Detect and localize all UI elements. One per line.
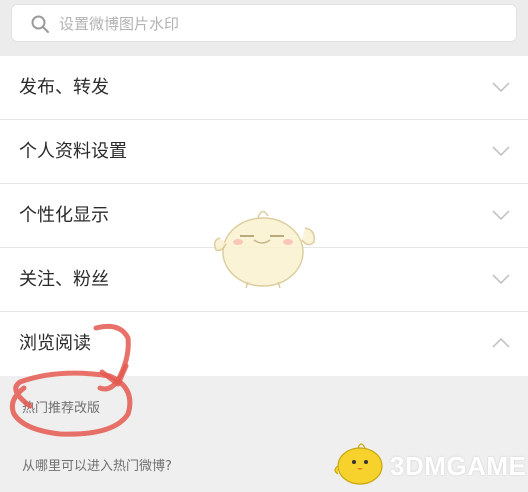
subitem-hot-recommend-redesign[interactable]: 热门推荐改版 bbox=[22, 400, 100, 418]
faq-item-label: 个性化显示 bbox=[19, 205, 109, 226]
chevron-down-icon bbox=[492, 146, 510, 157]
3dmgame-watermark-text: 3DMGAME bbox=[390, 451, 527, 481]
faq-item-label: 发布、转发 bbox=[19, 77, 109, 98]
faq-item-label: 浏览阅读 bbox=[19, 333, 91, 354]
search-placeholder: 设置微博图片水印 bbox=[59, 15, 180, 33]
chevron-down-icon bbox=[492, 274, 510, 285]
chevron-down-icon bbox=[492, 210, 510, 221]
chick-mascot-watermark bbox=[213, 210, 316, 289]
search-input[interactable]: 设置微博图片水印 bbox=[11, 4, 517, 42]
faq-item-profile-settings[interactable]: 个人资料设置 bbox=[0, 120, 528, 184]
watermark-chick-icon bbox=[334, 443, 383, 485]
subitem-enter-hot-weibo[interactable]: 从哪里可以进入热门微博? bbox=[22, 458, 172, 476]
chevron-down-icon bbox=[492, 82, 510, 93]
chevron-up-icon bbox=[492, 337, 510, 348]
faq-item-publish-forward[interactable]: 发布、转发 bbox=[0, 56, 528, 120]
search-icon bbox=[31, 15, 49, 33]
faq-item-browse-read[interactable]: 浏览阅读 bbox=[0, 312, 528, 376]
faq-item-label: 关注、粉丝 bbox=[19, 269, 109, 290]
search-bar-container: 设置微博图片水印 bbox=[0, 0, 528, 56]
faq-item-label: 个人资料设置 bbox=[19, 141, 127, 162]
